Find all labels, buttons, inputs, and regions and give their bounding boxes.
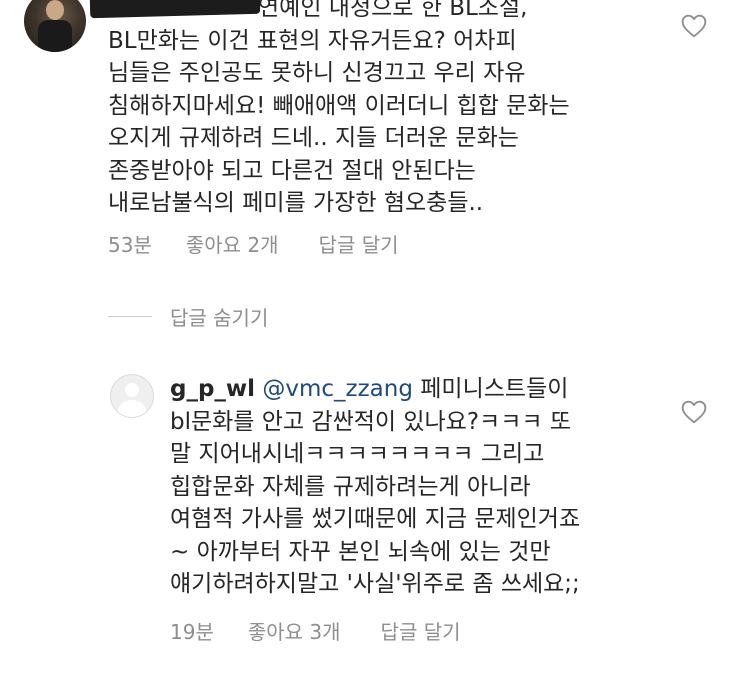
avatar-head-shape — [125, 383, 139, 397]
comment-time: 19분 — [170, 620, 214, 644]
comment-1-body: BL만화는 이건 표현의 자유거든요? 어차피 님들은 주인공도 못하니 신경끄… — [108, 27, 570, 217]
likes-count-button[interactable]: 좋아요 3개 — [248, 616, 341, 645]
default-avatar-icon[interactable] — [110, 374, 154, 418]
hide-replies-button[interactable]: 답글 숨기기 — [108, 302, 268, 331]
divider-line — [108, 316, 152, 317]
heart-outline-icon[interactable] — [681, 400, 707, 424]
reply-button[interactable]: 답글 달기 — [319, 229, 399, 258]
mention-link[interactable]: @vmc_zzang — [262, 376, 413, 402]
comment-2-meta: 19분 좋아요 3개 답글 달기 — [170, 616, 461, 645]
avatar-shoulders-shape — [118, 400, 146, 417]
comment-time: 53분 — [108, 233, 152, 257]
heart-outline-icon[interactable] — [681, 14, 707, 38]
avatar-figure-head — [46, 0, 64, 20]
likes-count-button[interactable]: 좋아요 2개 — [186, 229, 279, 258]
avatar-figure-body — [38, 20, 72, 52]
reply-button[interactable]: 답글 달기 — [381, 616, 461, 645]
comment-1-text: 연예인 내청으로 한 BL소설, BL만화는 이건 표현의 자유거든요? 어차피 … — [108, 0, 668, 220]
comment-2-body: bl문화를 안고 감싼적이 있나요?ㅋㅋㅋ 또 말 지어내시네ㅋㅋㅋㅋㅋㅋㅋㅋ … — [170, 408, 581, 598]
hide-replies-label: 답글 숨기기 — [170, 306, 269, 330]
comment-2-first-line: 페미니스트들이 — [420, 376, 569, 402]
comment-1-meta: 53분 좋아요 2개 답글 달기 — [108, 229, 399, 258]
username-link[interactable]: g_p_wl — [170, 376, 255, 402]
comment-2-text: g_p_wl @vmc_zzang 페미니스트들이 bl문화를 안고 감싼적이 … — [170, 373, 650, 601]
avatar[interactable] — [24, 0, 86, 52]
